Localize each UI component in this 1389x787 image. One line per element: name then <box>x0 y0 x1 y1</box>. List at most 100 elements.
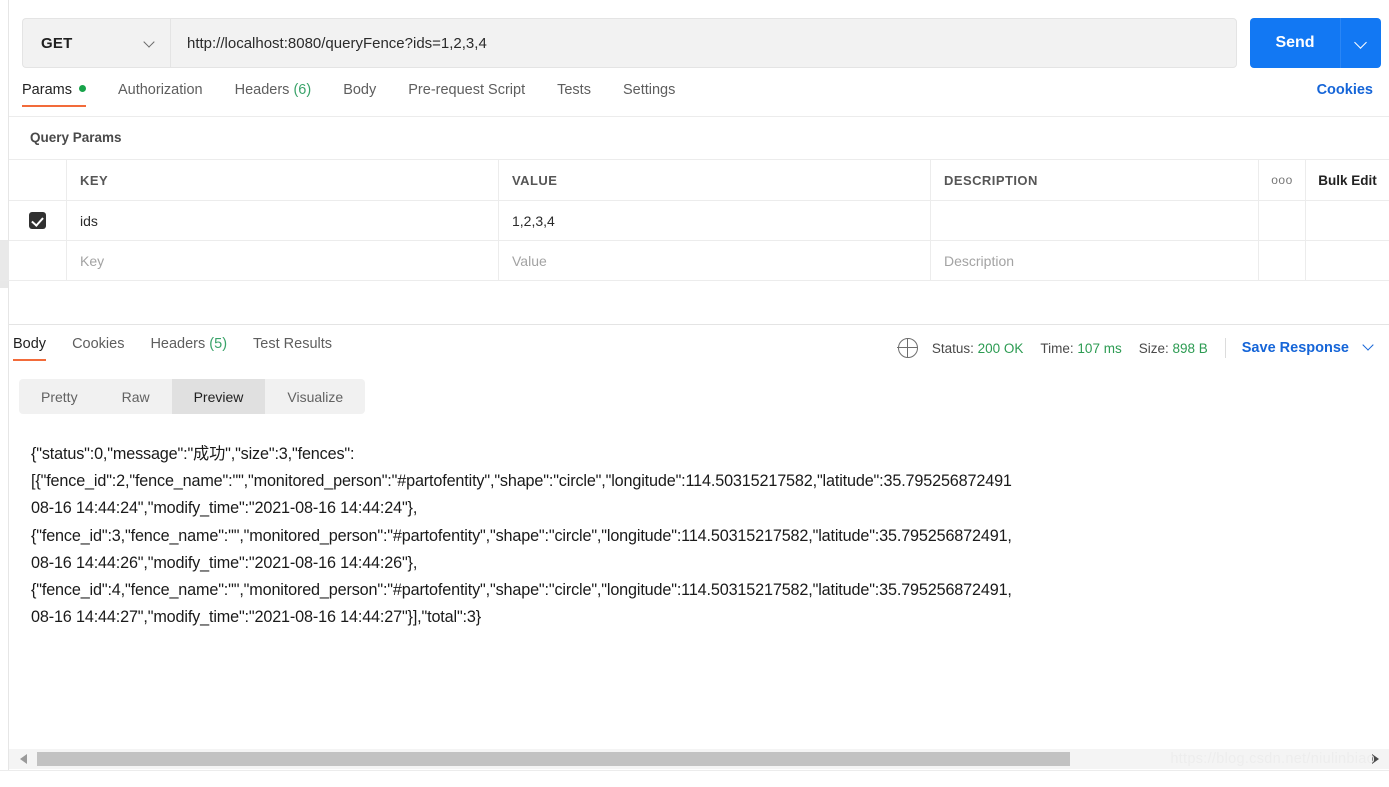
tab-params[interactable]: Params <box>22 82 86 107</box>
empty-row-bulk-cell <box>1306 241 1389 280</box>
size-value: 898 B <box>1172 340 1208 356</box>
empty-row-options-cell <box>1259 241 1306 280</box>
params-modified-dot-icon <box>78 85 86 92</box>
tab-response-cookies-label: Cookies <box>72 336 125 352</box>
tab-response-body[interactable]: Body <box>13 336 47 361</box>
save-response-button[interactable]: Save Response <box>1242 340 1375 356</box>
table-row: ids 1,2,3,4 <box>9 201 1389 241</box>
tab-settings-label: Settings <box>622 82 676 98</box>
header-value-label: VALUE <box>512 172 558 188</box>
format-tab-visualize-label: Visualize <box>287 388 344 405</box>
query-params-title: Query Params <box>30 130 122 145</box>
bulk-edit-button[interactable]: Bulk Edit <box>1306 160 1389 200</box>
format-tab-preview-label: Preview <box>193 388 244 405</box>
query-params-table: KEY VALUE DESCRIPTION ooo Bulk Edit ids … <box>9 159 1389 281</box>
tab-settings[interactable]: Settings <box>623 82 675 107</box>
row-key-value: ids <box>80 212 98 229</box>
scrollbar-track[interactable] <box>37 752 1361 766</box>
row-enabled-checkbox[interactable] <box>29 212 46 229</box>
format-tab-raw-label: Raw <box>121 388 150 405</box>
scrollbar-thumb[interactable] <box>37 752 1070 766</box>
empty-row-key-input[interactable]: Key <box>67 241 499 280</box>
row-value-value: 1,2,3,4 <box>512 212 555 229</box>
response-tab-bar: Body Cookies Headers (5) Test Results <box>13 336 358 361</box>
time-value: 107 ms <box>1077 340 1122 356</box>
tab-tests[interactable]: Tests <box>557 82 591 107</box>
request-tabs-divider <box>9 116 1389 117</box>
row-key-cell[interactable]: ids <box>67 201 499 240</box>
status-value: 200 OK <box>977 340 1024 356</box>
tab-tests-label: Tests <box>557 82 591 98</box>
time-badge: Time: 107 ms <box>1040 341 1121 356</box>
row-bulk-cell <box>1306 201 1389 240</box>
row-description-cell[interactable] <box>931 201 1259 240</box>
time-label: Time: <box>1040 340 1074 356</box>
chevron-down-icon <box>1355 37 1367 49</box>
format-tab-raw[interactable]: Raw <box>100 379 172 414</box>
tab-response-headers-label: Headers <box>150 336 206 352</box>
tab-headers[interactable]: Headers (6) <box>235 82 312 107</box>
format-tab-pretty-label: Pretty <box>41 388 78 405</box>
triangle-left-icon <box>19 754 27 764</box>
row-options-cell <box>1259 201 1306 240</box>
format-tab-visualize[interactable]: Visualize <box>265 379 365 414</box>
tab-authorization[interactable]: Authorization <box>118 82 203 107</box>
format-tab-preview[interactable]: Preview <box>171 379 266 414</box>
scroll-right-button[interactable] <box>1361 749 1389 769</box>
http-method-selector[interactable]: GET <box>22 18 170 68</box>
empty-row-description-placeholder: Description <box>944 252 1015 269</box>
sidebar-collapsed-rail <box>0 0 9 787</box>
header-cell-value: VALUE <box>499 160 931 200</box>
size-label: Size: <box>1138 340 1169 356</box>
send-button[interactable]: Send <box>1250 18 1340 68</box>
header-key-label: KEY <box>80 172 109 188</box>
cookies-link[interactable]: Cookies <box>1317 82 1373 98</box>
status-badge: Status: 200 OK <box>932 341 1024 356</box>
tab-test-results-label: Test Results <box>253 336 333 352</box>
bulk-edit-label: Bulk Edit <box>1318 172 1377 188</box>
tab-test-results[interactable]: Test Results <box>253 336 332 361</box>
tab-pre-request-script[interactable]: Pre-request Script <box>408 82 525 107</box>
tab-response-headers[interactable]: Headers (5) <box>150 336 227 361</box>
pane-drag-indicator[interactable] <box>0 241 9 281</box>
tab-body-label: Body <box>343 82 377 98</box>
tab-body[interactable]: Body <box>343 82 376 107</box>
tab-response-body-label: Body <box>13 336 47 352</box>
tab-headers-label: Headers <box>234 82 290 98</box>
row-value-cell[interactable]: 1,2,3,4 <box>499 201 931 240</box>
response-body-text: {"status":0,"message":"成功","size":3,"fen… <box>31 445 1012 627</box>
table-header-row: KEY VALUE DESCRIPTION ooo Bulk Edit <box>9 160 1389 201</box>
horizontal-scrollbar[interactable] <box>9 749 1389 769</box>
send-options-button[interactable] <box>1340 18 1381 68</box>
header-cell-checkbox <box>9 160 67 200</box>
response-status-bar: Status: 200 OK Time: 107 ms Size: 898 B … <box>897 337 1375 359</box>
row-checkbox-cell <box>9 201 67 240</box>
http-method-label: GET <box>41 34 73 52</box>
tab-pre-request-script-label: Pre-request Script <box>408 82 526 98</box>
request-url-row: GET http://localhost:8080/queryFence?ids… <box>22 18 1381 68</box>
header-description-label: DESCRIPTION <box>944 172 1038 188</box>
format-tab-pretty[interactable]: Pretty <box>19 379 100 414</box>
response-format-tabs: Pretty Raw Preview Visualize <box>19 379 366 414</box>
ellipsis-icon: ooo <box>1271 173 1293 187</box>
empty-row-description-input[interactable]: Description <box>931 241 1259 280</box>
empty-row-value-input[interactable]: Value <box>499 241 931 280</box>
chevron-down-icon <box>144 37 156 49</box>
scroll-left-button[interactable] <box>9 749 37 769</box>
request-tab-bar: Params Authorization Headers (6) Body Pr… <box>22 82 1381 116</box>
status-divider <box>1224 338 1226 358</box>
tab-headers-count: (6) <box>293 82 312 98</box>
url-input[interactable]: http://localhost:8080/queryFence?ids=1,2… <box>170 18 1237 68</box>
table-row-empty: Key Value Description <box>9 241 1389 281</box>
tab-response-cookies[interactable]: Cookies <box>72 336 124 361</box>
request-pane-spacer <box>9 281 1389 325</box>
save-response-label: Save Response <box>1241 340 1349 356</box>
empty-row-key-placeholder: Key <box>80 252 105 269</box>
tab-response-headers-count: (5) <box>209 336 228 352</box>
header-cell-key: KEY <box>67 160 499 200</box>
response-body-viewer[interactable]: {"status":0,"message":"成功","size":3,"fen… <box>9 424 1389 742</box>
triangle-right-icon <box>1371 754 1379 764</box>
table-options-button[interactable]: ooo <box>1259 160 1306 200</box>
status-label: Status: <box>931 340 974 356</box>
send-button-group: Send <box>1250 18 1381 68</box>
